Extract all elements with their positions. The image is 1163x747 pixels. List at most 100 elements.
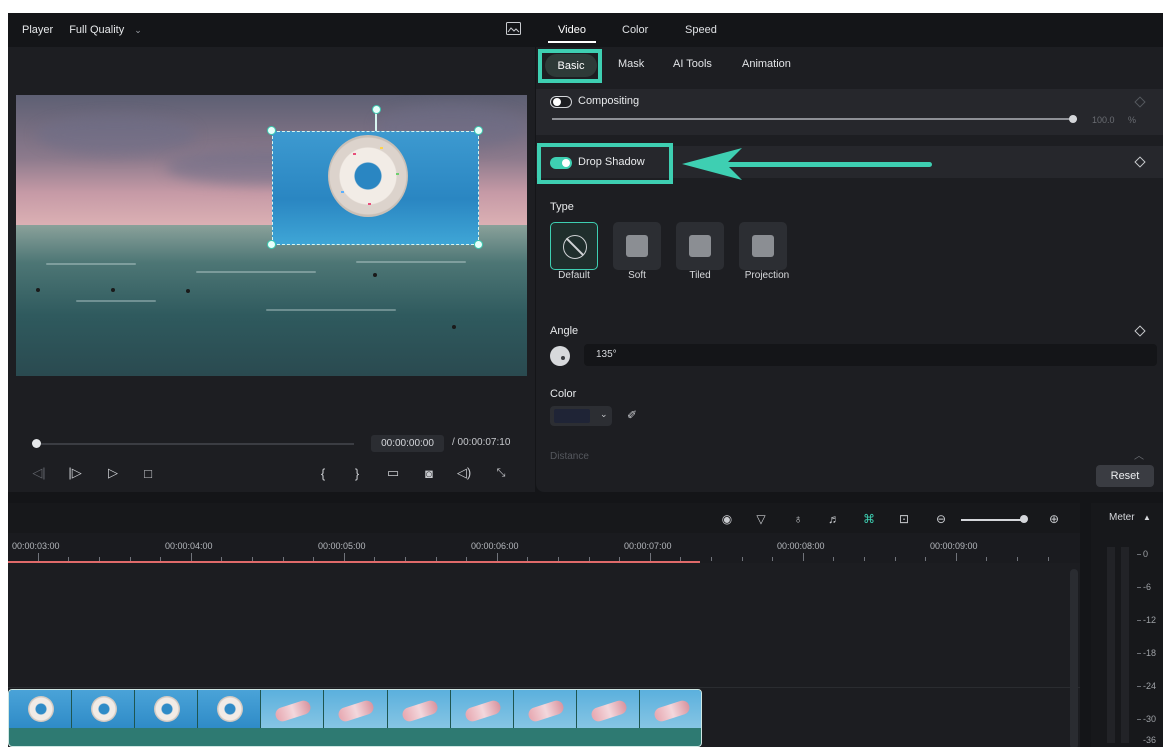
meter-scale-label: -18 <box>1143 648 1157 658</box>
angle-dial[interactable] <box>550 346 570 366</box>
shadow-type-projection[interactable] <box>739 222 787 270</box>
shadow-type-default[interactable] <box>550 222 598 270</box>
compositing-row: Compositing <box>536 89 1163 115</box>
meter-tick <box>1137 587 1141 588</box>
video-clip[interactable] <box>8 689 702 747</box>
cloud <box>36 115 196 155</box>
shadow-type-soft[interactable] <box>613 222 661 270</box>
keyframe-diamond-icon[interactable] <box>1134 325 1146 337</box>
ruler-tick <box>833 557 834 561</box>
tab-speed[interactable]: Speed <box>685 24 717 36</box>
keyframe-diamond-icon[interactable] <box>1134 156 1146 168</box>
progress-track[interactable] <box>41 443 354 445</box>
zoom-out-icon[interactable]: ⊖ <box>933 511 949 527</box>
active-tab-underline <box>548 41 596 43</box>
meter-bar-right <box>1121 547 1129 743</box>
editor-window: Player Full Quality ⌄ 00:00:00:00 / 00:0… <box>8 13 1163 747</box>
fit-timeline-icon[interactable]: ⊡ <box>896 511 912 527</box>
stop-icon[interactable]: □ <box>139 464 157 482</box>
tab-video[interactable]: Video <box>558 24 586 36</box>
keyframe-diamond-icon[interactable] <box>1134 96 1146 108</box>
zoom-knob[interactable] <box>1020 515 1028 523</box>
quality-dropdown[interactable]: Full Quality <box>69 24 124 36</box>
wave <box>76 300 156 302</box>
current-time[interactable]: 00:00:00:00 <box>371 435 444 452</box>
ruler-label: 00:00:07:00 <box>624 541 672 551</box>
type-name-default: Default <box>558 270 590 281</box>
mark-out-icon[interactable]: } <box>348 464 366 482</box>
next-frame-icon[interactable]: |▷ <box>66 464 84 482</box>
meter-scale-label: -36 <box>1143 735 1157 745</box>
snapshot-icon[interactable]: ◙ <box>420 464 438 482</box>
surfer <box>36 288 40 292</box>
eyedropper-icon[interactable]: ✐ <box>627 408 637 422</box>
opacity-knob[interactable] <box>1069 115 1077 123</box>
meter-tick <box>1137 620 1141 621</box>
donut-thumb <box>28 696 54 722</box>
subtab-animation[interactable]: Animation <box>742 58 791 70</box>
meter-scale-label: -30 <box>1143 714 1157 724</box>
opacity-value[interactable]: 100.0 <box>1092 115 1115 125</box>
playhead-knob[interactable] <box>32 439 41 448</box>
volume-icon[interactable]: ◁) <box>455 464 473 482</box>
chevron-down-icon[interactable]: ⌄ <box>134 25 142 36</box>
chevron-up-icon[interactable]: ︿ <box>1134 447 1144 462</box>
clip-thumbnail <box>135 690 199 728</box>
meter-label[interactable]: Meter <box>1109 512 1135 523</box>
ruler-tick <box>497 553 498 561</box>
subtab-mask[interactable]: Mask <box>618 58 644 70</box>
mark-in-icon[interactable]: { <box>314 464 332 482</box>
angle-input[interactable]: 135° <box>584 344 1157 366</box>
rotate-handle[interactable] <box>372 105 381 114</box>
ruler-tick <box>986 557 987 561</box>
fullscreen-icon[interactable]: ⤡ <box>492 464 510 482</box>
auto-highlight-icon[interactable]: ◉ <box>719 511 735 527</box>
clip-thumbnail <box>387 690 451 728</box>
resize-handle-bottom-right[interactable] <box>474 240 483 249</box>
zoom-slider[interactable] <box>961 519 1023 521</box>
distance-label: Distance <box>550 451 589 462</box>
color-picker[interactable]: ⌄ <box>550 406 612 426</box>
main-tabs: Video Color Speed <box>536 13 1163 47</box>
zoom-in-icon[interactable]: ⊕ <box>1046 511 1062 527</box>
roll-thumb <box>274 698 313 724</box>
magnet-snap-icon[interactable]: ⌘ <box>861 511 877 527</box>
display-settings-icon[interactable]: ▭ <box>384 464 402 482</box>
music-list-icon[interactable]: ♬ <box>826 511 842 527</box>
ruler-tick <box>803 553 804 561</box>
shadow-type-tiled[interactable] <box>676 222 724 270</box>
subtab-ai-tools[interactable]: AI Tools <box>673 58 712 70</box>
clip-thumbnail <box>72 690 136 728</box>
compositing-toggle[interactable] <box>550 96 572 108</box>
meter-scale-label: -24 <box>1143 681 1157 691</box>
marker-icon[interactable]: ▽ <box>753 511 769 527</box>
type-name-tiled: Tiled <box>689 270 711 281</box>
resize-handle-top-left[interactable] <box>267 126 276 135</box>
timeline-scrollbar[interactable] <box>1070 569 1078 747</box>
resize-handle-bottom-left[interactable] <box>267 240 276 249</box>
meter-tick <box>1137 686 1141 687</box>
caret-up-icon[interactable]: ▲ <box>1143 513 1151 522</box>
opacity-slider[interactable] <box>552 118 1077 120</box>
opacity-row: 100.0 % <box>536 115 1163 135</box>
tiled-shadow-icon <box>689 235 711 257</box>
resize-handle-top-right[interactable] <box>474 126 483 135</box>
meter-bar-left <box>1107 547 1115 743</box>
type-name-projection: Projection <box>744 270 790 281</box>
microphone-icon[interactable]: ♁ <box>790 511 806 527</box>
reset-button[interactable]: Reset <box>1096 465 1154 487</box>
ruler-label: 00:00:04:00 <box>165 541 213 551</box>
selection-frame[interactable] <box>272 131 479 245</box>
previous-frame-icon[interactable]: ◁| <box>30 464 48 482</box>
wave <box>266 309 396 311</box>
ruler-tick <box>711 557 712 561</box>
meter-tick <box>1137 719 1141 720</box>
donut-thumb <box>217 696 244 722</box>
play-icon[interactable]: ▷ <box>104 464 122 482</box>
timeline-ruler[interactable]: 00:00:03:00 00:00:04:00 00:00:05:00 00:0… <box>8 533 1080 563</box>
color-label: Color <box>550 388 577 400</box>
clip-thumbnail <box>324 690 388 728</box>
snapshot-view-icon[interactable] <box>506 22 521 35</box>
roll-thumb <box>589 698 629 724</box>
tab-color[interactable]: Color <box>622 24 648 36</box>
